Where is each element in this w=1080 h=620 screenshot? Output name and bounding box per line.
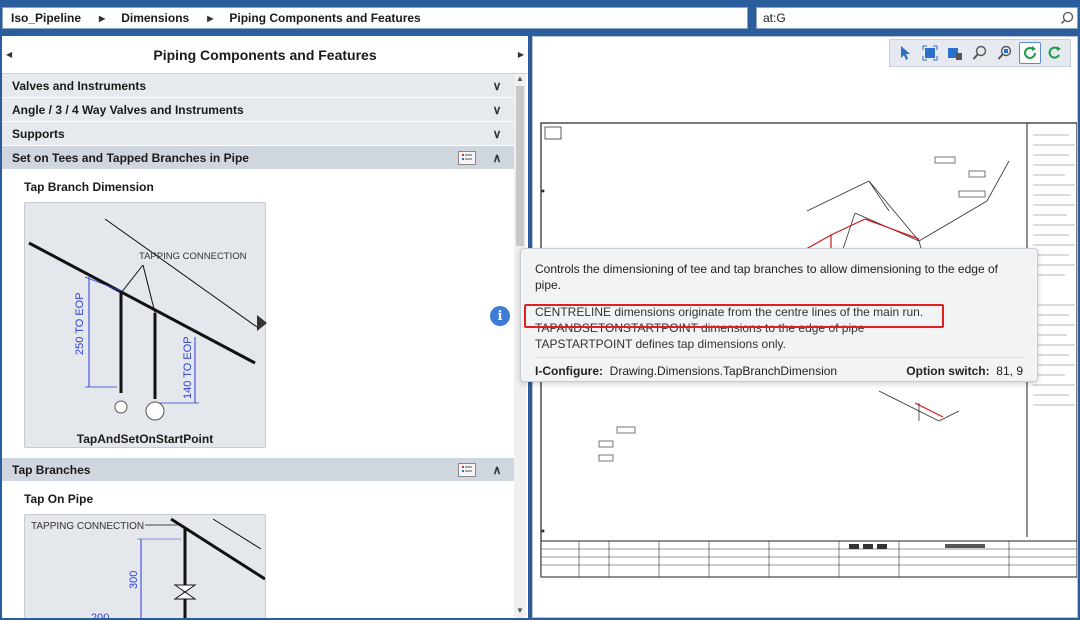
svg-text:200: 200 <box>91 612 109 618</box>
refresh-icon[interactable] <box>1019 42 1042 64</box>
tooltip: Controls the dimensioning of tee and tap… <box>520 248 1038 382</box>
zoom-window-icon[interactable] <box>994 42 1016 64</box>
svg-text:TAPPING CONNECTION: TAPPING CONNECTION <box>139 251 247 262</box>
svg-text:TAPPING CONNECTION: TAPPING CONNECTION <box>31 521 144 532</box>
switch-label: Option switch: <box>906 364 990 378</box>
chevron-right-icon: ▶ <box>99 13 106 23</box>
chevron-right-icon: ▶ <box>207 13 214 23</box>
option-card-tap-on-pipe[interactable]: TAPPING CONNECTION 300 200 <box>24 514 266 618</box>
breadcrumb-item[interactable]: Piping Components and Features <box>229 11 420 25</box>
svg-text:250 TO EOP: 250 TO EOP <box>74 292 86 355</box>
next-arrow-icon[interactable] <box>257 315 267 331</box>
option-switch: Option switch: 81, 9 <box>906 364 1023 378</box>
chevron-down-icon[interactable]: ∨ <box>490 79 504 93</box>
tooltip-footer: I-Configure: Drawing.Dimensions.TapBranc… <box>535 357 1023 378</box>
chevron-up-icon[interactable]: ∧ <box>490 463 504 477</box>
panel-title: Piping Components and Features <box>153 46 377 63</box>
option-title: Tap Branch Dimension <box>24 180 154 194</box>
scroll-thumb[interactable] <box>516 86 524 246</box>
highlight-box <box>524 304 944 328</box>
pan-icon[interactable] <box>944 42 966 64</box>
search-icon[interactable] <box>1057 8 1077 28</box>
settings-list-icon[interactable] <box>458 150 476 165</box>
zoom-icon[interactable] <box>969 42 991 64</box>
section-body: Tap On Pipe TAPPING CONNECTION 300 200 <box>2 482 514 618</box>
option-card-tap-and-set-on-start-point[interactable]: TAPPING CONNECTION 250 TO EOP 140 TO EOP… <box>24 202 267 448</box>
section-label: Supports <box>12 126 65 141</box>
collapse-left-icon[interactable]: ◀ <box>6 50 12 59</box>
zoom-extents-icon[interactable] <box>919 42 941 64</box>
breadcrumb-item[interactable]: Iso_Pipeline <box>11 11 81 25</box>
tap-on-pipe-diagram: TAPPING CONNECTION 300 200 <box>31 517 265 618</box>
breadcrumb-item[interactable]: Dimensions <box>121 11 189 25</box>
section-body: Tap Branch Dimension TAPPING CONNECTION … <box>2 170 514 458</box>
breadcrumb: Iso_Pipeline ▶ Dimensions ▶ Piping Compo… <box>2 7 748 29</box>
section-label: Angle / 3 / 4 Way Valves and Instruments <box>12 102 244 117</box>
svg-text:300: 300 <box>128 571 140 589</box>
section-label: Tap Branches <box>12 462 91 477</box>
section-valves-and-instruments[interactable]: Valves and Instruments ∨ <box>2 74 514 98</box>
section-label: Set on Tees and Tapped Branches in Pipe <box>12 150 249 165</box>
search-box[interactable]: at:G <box>756 7 1078 29</box>
info-icon[interactable]: i <box>490 306 510 326</box>
section-set-on-tees[interactable]: Set on Tees and Tapped Branches in Pipe … <box>2 146 514 170</box>
tooltip-line: Controls the dimensioning of tee and tap… <box>535 262 998 292</box>
configure-value: Drawing.Dimensions.TapBranchDimension <box>609 364 838 378</box>
tooltip-line: TAPSTARTPOINT defines tap dimensions onl… <box>535 337 786 351</box>
rotate-icon[interactable] <box>1044 42 1066 64</box>
pointer-icon[interactable] <box>894 42 916 64</box>
section-angle-valves[interactable]: Angle / 3 / 4 Way Valves and Instruments… <box>2 98 514 122</box>
chevron-down-icon[interactable]: ∨ <box>490 103 504 117</box>
scroll-up-icon[interactable]: ▲ <box>514 74 526 86</box>
section-tap-branches[interactable]: Tap Branches ∧ <box>2 458 514 482</box>
option-title: Tap On Pipe <box>24 492 94 506</box>
panel-header: ◀ Piping Components and Features ▶ <box>2 36 528 74</box>
chevron-down-icon[interactable]: ∨ <box>490 127 504 141</box>
tap-branch-diagram: TAPPING CONNECTION 250 TO EOP 140 TO EOP <box>28 218 258 421</box>
sections-list: Valves and Instruments ∨ Angle / 3 / 4 W… <box>2 74 514 618</box>
option-caption: TapAndSetOnStartPoint <box>76 432 214 446</box>
search-input[interactable]: at:G <box>763 11 1057 25</box>
expand-right-icon[interactable]: ▶ <box>518 50 524 59</box>
settings-list-icon[interactable] <box>458 462 476 477</box>
switch-value: 81, 9 <box>996 364 1023 378</box>
svg-text:140 TO EOP: 140 TO EOP <box>182 336 194 399</box>
chevron-up-icon[interactable]: ∧ <box>490 151 504 165</box>
scroll-down-icon[interactable]: ▼ <box>514 606 526 618</box>
section-label: Valves and Instruments <box>12 78 147 93</box>
viewer-toolbar <box>889 39 1071 67</box>
left-panel: ◀ Piping Components and Features ▶ Valve… <box>2 36 528 618</box>
configure-label: I-Configure: <box>535 364 603 378</box>
section-supports[interactable]: Supports ∨ <box>2 122 514 146</box>
configure-path: I-Configure: Drawing.Dimensions.TapBranc… <box>535 364 837 378</box>
top-bar: Iso_Pipeline ▶ Dimensions ▶ Piping Compo… <box>0 0 1080 36</box>
